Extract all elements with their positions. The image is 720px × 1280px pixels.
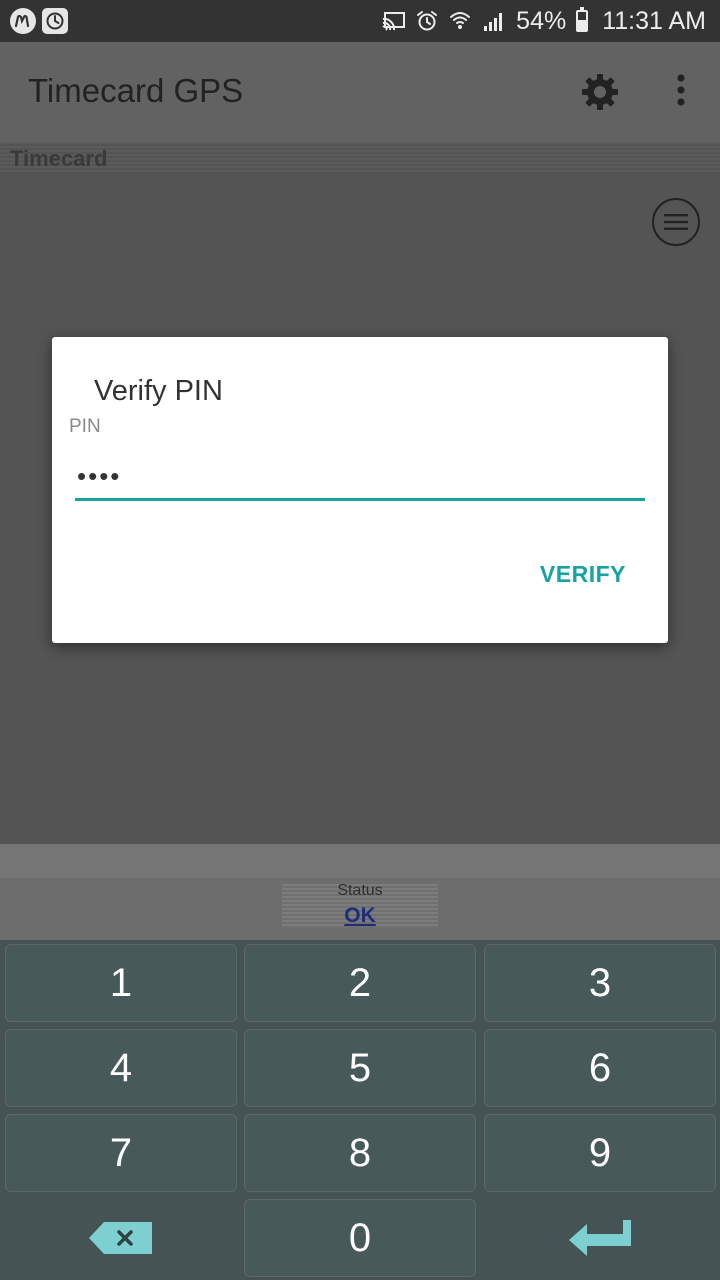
backspace-icon xyxy=(89,1222,152,1254)
key-7[interactable]: 7 xyxy=(5,1114,237,1192)
status-label: Status xyxy=(337,882,383,899)
status-bar: 54% 11:31 AM xyxy=(0,0,720,42)
numeric-keypad: 1 2 3 4 5 6 7 8 9 0 xyxy=(0,940,720,1280)
pin-input[interactable] xyxy=(75,455,645,501)
cast-icon xyxy=(382,12,406,31)
key-5[interactable]: 5 xyxy=(244,1029,476,1107)
clock-time: 11:31 AM xyxy=(602,6,706,35)
more-vert-icon[interactable] xyxy=(666,72,696,112)
verify-button[interactable]: VERIFY xyxy=(540,561,626,588)
m-app-icon xyxy=(10,8,36,34)
menu-icon xyxy=(664,214,688,230)
verify-pin-dialog: Verify PIN PIN VERIFY xyxy=(52,337,668,643)
key-8[interactable]: 8 xyxy=(244,1114,476,1192)
battery-icon xyxy=(576,7,589,32)
enter-key[interactable] xyxy=(484,1199,716,1277)
wifi-icon xyxy=(450,12,471,29)
alarm-icon xyxy=(417,11,438,31)
hamburger-menu-button[interactable] xyxy=(652,198,700,246)
enter-icon xyxy=(569,1220,631,1256)
status-panel: Status OK xyxy=(0,844,720,940)
backspace-key[interactable] xyxy=(5,1199,237,1277)
dialog-title: Verify PIN xyxy=(94,375,223,407)
status-value[interactable]: OK xyxy=(0,904,720,928)
status-panel-divider xyxy=(0,844,720,878)
notification-icons xyxy=(10,8,68,34)
pin-field-label: PIN xyxy=(69,416,101,437)
gear-icon[interactable] xyxy=(580,72,620,112)
battery-percent: 54% xyxy=(516,6,567,35)
key-2[interactable]: 2 xyxy=(244,944,476,1022)
key-6[interactable]: 6 xyxy=(484,1029,716,1107)
key-1[interactable]: 1 xyxy=(5,944,237,1022)
key-4[interactable]: 4 xyxy=(5,1029,237,1107)
app-title: Timecard GPS xyxy=(28,72,244,109)
clock-app-icon xyxy=(42,8,68,34)
section-header: Timecard xyxy=(0,142,720,174)
system-icons: 54% 11:31 AM xyxy=(382,4,706,38)
signal-icon xyxy=(484,13,503,31)
section-title: Timecard xyxy=(10,146,108,171)
key-0[interactable]: 0 xyxy=(244,1199,476,1277)
key-3[interactable]: 3 xyxy=(484,944,716,1022)
key-9[interactable]: 9 xyxy=(484,1114,716,1192)
